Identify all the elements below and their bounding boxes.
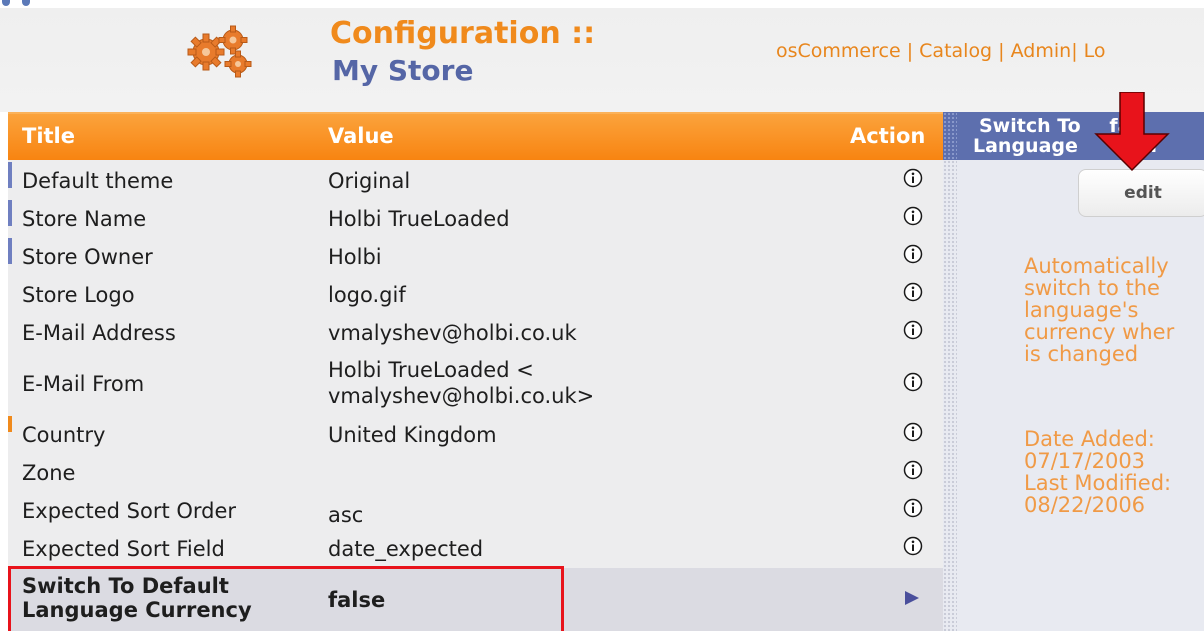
table-row[interactable]: Store Owner Holbi [8,238,943,276]
info-icon[interactable] [903,206,923,226]
row-title: Store Name [22,207,147,231]
row-title: Store Logo [22,283,135,307]
row-value: Holbi TrueLoaded [328,207,510,231]
row-value: Original [328,169,411,193]
row-title: Store Owner [22,245,153,269]
corner-decoration [0,0,40,8]
page-title: Configuration :: [330,16,596,51]
table-header: Title Value Action [8,112,943,160]
row-value: logo.gif [328,283,406,307]
column-header-action: Action [850,124,926,148]
row-value: United Kingdom [328,423,497,447]
table-row[interactable]: E-Mail From Holbi TrueLoaded < vmalyshev… [8,352,943,416]
row-value: vmalyshev@holbi.co.uk [328,321,577,345]
nav-link-logoff[interactable]: Lo [1084,40,1106,62]
info-icon[interactable] [903,460,923,480]
info-icon[interactable] [903,422,923,442]
column-header-value: Value [328,124,394,148]
info-icon[interactable] [903,168,923,188]
date-added-value: 07/17/2003 [1024,449,1146,473]
row-title: Default theme [22,169,174,193]
info-icon[interactable] [903,536,923,556]
column-header-title: Title [22,124,76,148]
nav-link-oscommerce[interactable]: osCommerce [776,40,901,62]
info-icon[interactable] [903,320,923,340]
row-value-line1: Holbi TrueLoaded < [328,358,534,382]
table-row[interactable]: Expected Sort Order asc [8,492,943,530]
page-subtitle: My Store [332,54,474,87]
row-title: Expected Sort Field [22,537,225,561]
table-row[interactable]: Country United Kingdom [8,416,943,454]
nav-link-catalog[interactable]: Catalog [919,40,992,62]
date-added-label: Date Added: [1024,427,1155,451]
info-description: Automatically switch to the language's c… [1024,254,1175,366]
info-dates: Date Added: 07/17/2003 Last Modified: 08… [1024,428,1171,516]
table-row[interactable]: Zone [8,454,943,492]
top-navigation: osCommerce | Catalog | Admin| Lo [776,40,1106,62]
last-modified-value: 08/22/2006 [1024,493,1146,517]
page-header: Configuration :: My Store osCommerce | C… [0,0,1204,112]
nav-link-admin[interactable]: Admin [1011,40,1072,62]
row-value: date_expected [328,537,484,561]
info-icon[interactable] [903,372,923,392]
info-icon[interactable] [903,244,923,264]
row-title: Expected Sort Order [22,499,237,523]
edit-button[interactable]: edit [1078,169,1204,217]
last-modified-label: Last Modified: [1024,471,1172,495]
row-title: Zone [22,461,76,485]
table-row[interactable]: Expected Sort Field date_expected [8,530,943,568]
info-panel-stripe [943,112,957,631]
row-value-line2: vmalyshev@holbi.co.uk> [328,384,595,408]
info-icon[interactable] [903,498,923,518]
gears-icon [187,25,252,78]
table-row[interactable]: Store Name Holbi TrueLoaded [8,200,943,238]
row-value: Holbi [328,245,382,269]
highlight-box [8,566,564,631]
selected-arrow-icon [905,591,919,605]
table-row[interactable]: Default theme Original [8,162,943,200]
row-title: Country [22,423,106,447]
table-row[interactable]: E-Mail Address vmalyshev@holbi.co.uk [8,314,943,352]
annotation-arrow-icon [1094,92,1170,172]
info-icon[interactable] [903,282,923,302]
row-value: asc [328,503,364,527]
row-title: E-Mail Address [22,321,176,345]
table-row[interactable]: Store Logo logo.gif [8,276,943,314]
row-title: E-Mail From [22,372,145,396]
